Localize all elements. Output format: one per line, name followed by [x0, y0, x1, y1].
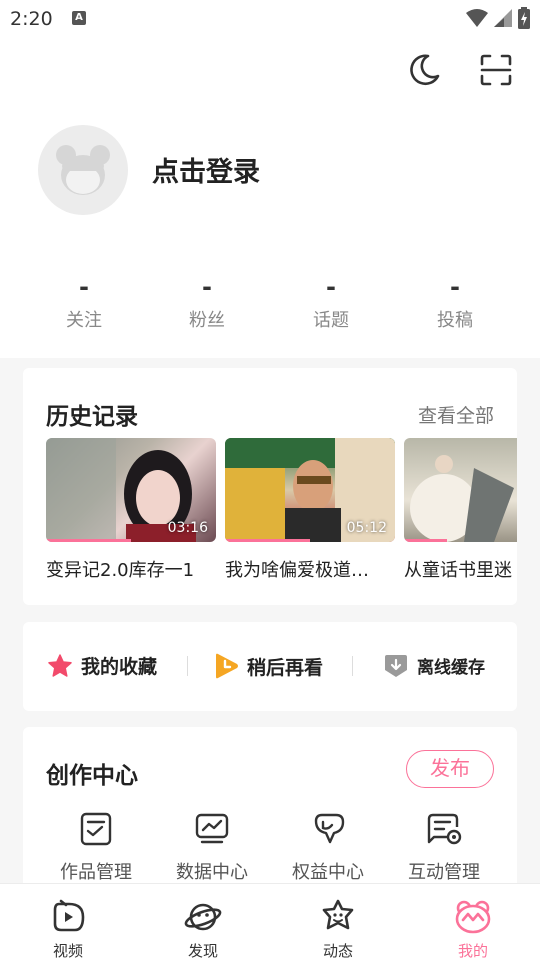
watch-progress-bar [404, 539, 447, 542]
creator-title: 创作中心 [46, 763, 138, 789]
video-duration: 05:12 [346, 520, 387, 536]
tool-label: 权益中心 [292, 862, 364, 883]
nav-label: 发现 [187, 942, 218, 960]
stat-label: 粉丝 [189, 310, 225, 331]
watch-progress-bar [46, 539, 131, 542]
stat-value: - [202, 273, 212, 301]
history-list: 03:16 变异记2.0库存一1 05:12 我为啥偏爱极道… 从童话书里迷 [46, 438, 517, 588]
tool-label: 作品管理 [60, 862, 132, 883]
stat-label: 投稿 [437, 310, 473, 331]
star-icon [48, 653, 72, 677]
history-item[interactable]: 05:12 我为啥偏爱极道… [225, 438, 395, 582]
nav-item-dynamic[interactable]: 动态 [298, 898, 378, 960]
video-thumbnail[interactable] [404, 438, 517, 542]
download-icon [385, 655, 407, 677]
notification-icon: A [72, 11, 86, 25]
nav-label: 视频 [52, 942, 83, 960]
history-item[interactable]: 03:16 变异记2.0库存一1 [46, 438, 216, 582]
nav-item-discover[interactable]: 发现 [163, 898, 243, 960]
stat-label: 话题 [313, 310, 349, 331]
favorites-button[interactable]: 我的收藏 [47, 652, 157, 679]
battery-icon [518, 7, 530, 29]
video-thumbnail[interactable]: 03:16 [46, 438, 216, 542]
scan-icon[interactable] [478, 52, 514, 88]
divider [352, 656, 353, 676]
stat-topics[interactable]: - 话题 [281, 274, 381, 332]
profile-header: 点击登录 - 关注 - 粉丝 - 话题 - 投稿 [0, 38, 540, 358]
wifi-icon [466, 9, 488, 27]
video-icon [53, 899, 85, 932]
video-title: 从童话书里迷 [404, 560, 512, 581]
history-title: 历史记录 [46, 404, 138, 430]
profile-stats: - 关注 - 粉丝 - 话题 - 投稿 [0, 274, 540, 334]
video-duration: 03:16 [167, 520, 208, 536]
nav-item-mine[interactable]: 我的 [433, 898, 513, 960]
tool-label: 互动管理 [408, 862, 480, 883]
offline-cache-button[interactable]: 离线缓存 [383, 652, 485, 678]
stat-label: 关注 [66, 310, 102, 331]
history-card: 历史记录 查看全部 03:16 变异记2.0库存一1 05:12 我为啥偏爱极道… [23, 368, 517, 605]
works-icon [80, 812, 112, 846]
tool-label: 数据中心 [176, 862, 248, 883]
default-avatar-icon [56, 145, 110, 195]
avatar[interactable] [38, 125, 128, 215]
watch-later-button[interactable]: 稍后再看 [213, 652, 323, 680]
rights-center-button[interactable]: 权益中心 [278, 811, 378, 884]
data-center-button[interactable]: 数据中心 [162, 811, 262, 884]
quick-label: 稍后再看 [247, 656, 324, 679]
history-item[interactable]: 从童话书里迷 [404, 438, 517, 582]
stat-value: - [326, 273, 336, 301]
watch-later-icon [216, 653, 238, 679]
interaction-icon [427, 813, 462, 845]
video-title: 我为啥偏爱极道… [225, 560, 369, 581]
works-management-button[interactable]: 作品管理 [46, 811, 146, 884]
thumbnail-image [410, 455, 514, 542]
divider [187, 656, 188, 676]
nav-item-video[interactable]: 视频 [28, 898, 108, 960]
publish-button[interactable]: 发布 [406, 750, 494, 788]
bottom-nav: 视频 发现 动态 我的 [0, 883, 540, 960]
stat-value: - [450, 273, 460, 301]
quick-label: 离线缓存 [417, 657, 485, 678]
data-chart-icon [195, 813, 229, 844]
interaction-management-button[interactable]: 互动管理 [394, 811, 494, 884]
dynamic-icon [322, 899, 354, 930]
watch-progress-bar [225, 539, 310, 542]
nav-label: 动态 [322, 942, 353, 960]
login-prompt[interactable]: 点击登录 [152, 150, 260, 189]
quick-label: 我的收藏 [81, 656, 158, 678]
status-time: 2:20 [10, 8, 53, 30]
mine-icon [455, 900, 491, 934]
nav-label: 我的 [457, 942, 488, 960]
stat-value: - [79, 273, 89, 301]
stat-submissions[interactable]: - 投稿 [405, 274, 505, 332]
video-thumbnail[interactable]: 05:12 [225, 438, 395, 542]
rights-icon [314, 813, 345, 844]
stat-followers[interactable]: - 粉丝 [157, 274, 257, 332]
signal-icon [494, 9, 512, 27]
video-title: 变异记2.0库存一1 [46, 560, 195, 581]
status-bar: 2:20 A [0, 0, 540, 38]
planet-icon [184, 903, 222, 931]
quick-actions-card: 我的收藏 稍后再看 离线缓存 [23, 622, 517, 711]
view-all-link[interactable]: 查看全部 [418, 401, 494, 428]
night-mode-icon[interactable] [406, 52, 442, 88]
stat-following[interactable]: - 关注 [34, 274, 134, 332]
